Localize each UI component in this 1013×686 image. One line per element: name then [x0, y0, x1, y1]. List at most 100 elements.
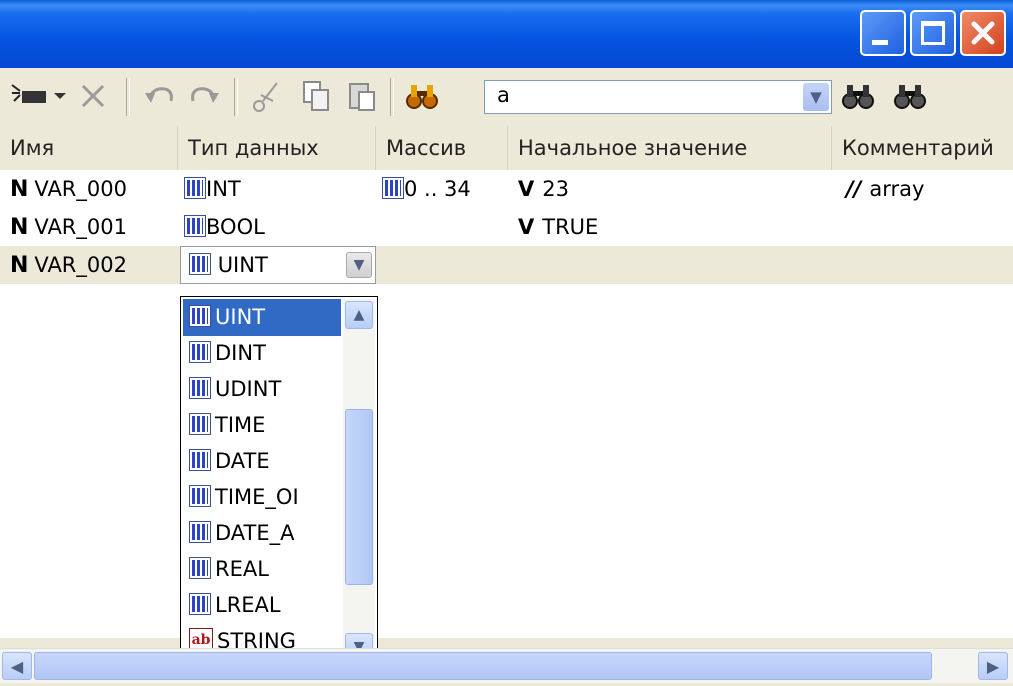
list-item[interactable]: DATE: [183, 443, 341, 480]
var-kind: N: [10, 177, 29, 202]
header-type[interactable]: Тип данных: [178, 126, 376, 170]
list-item-label: UDINT: [215, 377, 282, 401]
horizontal-scrollbar[interactable]: ◀ ▶: [0, 648, 1013, 683]
binary-type-icon: [189, 377, 211, 399]
binary-type-icon: [189, 253, 211, 275]
table-row[interactable]: N VAR_000 INT 0 .. 34 V 23 // array: [0, 170, 1013, 208]
var-array[interactable]: 0 .. 34: [404, 177, 471, 201]
list-item[interactable]: DATE_A: [183, 515, 341, 552]
binary-type-icon: [184, 177, 206, 199]
var-type[interactable]: INT: [206, 177, 241, 201]
list-item[interactable]: REAL: [183, 551, 341, 588]
title-bar[interactable]: [0, 0, 1013, 68]
header-array[interactable]: Массив: [376, 126, 508, 170]
var-initial[interactable]: 23: [542, 177, 569, 201]
scroll-left-button[interactable]: ◀: [2, 652, 32, 680]
minimize-icon: [872, 40, 888, 45]
find-next-icon: [894, 85, 926, 109]
new-variable-button[interactable]: [8, 76, 68, 116]
comment-kind: //: [846, 177, 862, 201]
column-header: Имя Тип данных Массив Начальное значение…: [0, 126, 1013, 171]
list-item[interactable]: TIME: [183, 407, 341, 444]
list-item-label: DATE: [215, 449, 270, 473]
var-name[interactable]: VAR_000: [34, 177, 127, 201]
dropdown-scrollbar[interactable]: ▲ ▼: [343, 299, 375, 663]
close-button[interactable]: [960, 10, 1006, 56]
header-initial-value[interactable]: Начальное значение: [508, 126, 832, 170]
cut-icon: [253, 82, 278, 112]
search-combobox[interactable]: a ▼: [484, 80, 832, 114]
undo-icon: [145, 87, 173, 103]
header-name[interactable]: Имя: [0, 126, 178, 170]
var-name[interactable]: VAR_001: [34, 215, 127, 239]
binary-type-icon: [189, 413, 211, 435]
list-item-label: REAL: [215, 557, 269, 581]
list-item-label: DATE_A: [215, 521, 295, 545]
value-kind: V: [518, 215, 535, 239]
search-dropdown-button[interactable]: ▼: [803, 83, 829, 111]
find-icon: [406, 85, 438, 109]
list-item[interactable]: UINT: [183, 299, 341, 336]
maximize-icon: [921, 21, 945, 45]
close-icon: [971, 21, 995, 45]
undo-button[interactable]: [140, 76, 180, 116]
list-item[interactable]: LREAL: [183, 587, 341, 624]
chevron-up-icon: ▲: [353, 307, 365, 323]
delete-icon: [81, 84, 105, 108]
type-select[interactable]: UINT ▼: [180, 246, 376, 284]
paste-icon: [349, 83, 375, 111]
var-name[interactable]: VAR_002: [34, 253, 127, 277]
redo-button[interactable]: [184, 76, 224, 116]
delete-button[interactable]: [74, 76, 112, 116]
toolbar-separator: [126, 78, 130, 116]
horizontal-scroll-thumb[interactable]: [34, 652, 932, 680]
minimize-button[interactable]: [860, 10, 906, 56]
value-kind: V: [518, 177, 535, 201]
list-item-label: LREAL: [215, 593, 281, 617]
var-kind: N: [10, 215, 29, 240]
scroll-up-button[interactable]: ▲: [345, 301, 373, 329]
var-comment[interactable]: array: [869, 177, 924, 201]
var-initial[interactable]: TRUE: [542, 215, 598, 239]
maximize-button[interactable]: [910, 10, 956, 56]
paste-button[interactable]: [342, 76, 382, 116]
binary-type-icon: [189, 485, 211, 507]
binary-type-icon: [189, 521, 211, 543]
find-button[interactable]: [402, 76, 442, 116]
binary-type-icon: [184, 215, 206, 237]
list-item[interactable]: UDINT: [183, 371, 341, 408]
toolbar-separator: [390, 78, 394, 116]
binary-type-icon: [189, 305, 211, 327]
scroll-thumb[interactable]: [345, 409, 373, 585]
redo-icon: [191, 87, 219, 103]
type-select-button[interactable]: ▼: [346, 252, 372, 278]
header-comment[interactable]: Комментарий: [832, 126, 1013, 170]
chevron-down-icon: ▼: [810, 88, 822, 106]
var-kind: N: [10, 253, 29, 278]
type-select-value: UINT: [217, 253, 268, 277]
table-row[interactable]: N VAR_002 UINT ▼: [0, 246, 1013, 284]
list-item-label: DINT: [215, 341, 266, 365]
find-prev-button[interactable]: [838, 76, 878, 116]
table-row[interactable]: N VAR_001 BOOL V TRUE: [0, 208, 1013, 246]
chevron-left-icon: ◀: [10, 656, 24, 676]
type-dropdown-list[interactable]: UINT DINT UDINT TIME DATE TIME_OI DATE_A…: [180, 296, 378, 666]
var-type[interactable]: BOOL: [206, 215, 265, 239]
list-item[interactable]: DINT: [183, 335, 341, 372]
array-icon: [382, 177, 404, 199]
find-next-button[interactable]: [890, 76, 930, 116]
new-variable-icon: [11, 84, 66, 103]
copy-button[interactable]: [296, 76, 336, 116]
binary-type-icon: [189, 593, 211, 615]
list-item[interactable]: TIME_OI: [183, 479, 341, 516]
find-prev-icon: [842, 85, 874, 109]
list-item-label: TIME_OI: [215, 485, 299, 509]
binary-type-icon: [189, 449, 211, 471]
scroll-right-button[interactable]: ▶: [978, 652, 1008, 680]
list-item-label: TIME: [215, 413, 266, 437]
cut-button[interactable]: [246, 76, 286, 116]
search-input[interactable]: a: [497, 83, 510, 107]
variables-grid: N VAR_000 INT 0 .. 34 V 23 //array N VAR_00…: [0, 170, 1013, 638]
chevron-right-icon: ▶: [986, 656, 1000, 676]
copy-icon: [303, 81, 329, 111]
